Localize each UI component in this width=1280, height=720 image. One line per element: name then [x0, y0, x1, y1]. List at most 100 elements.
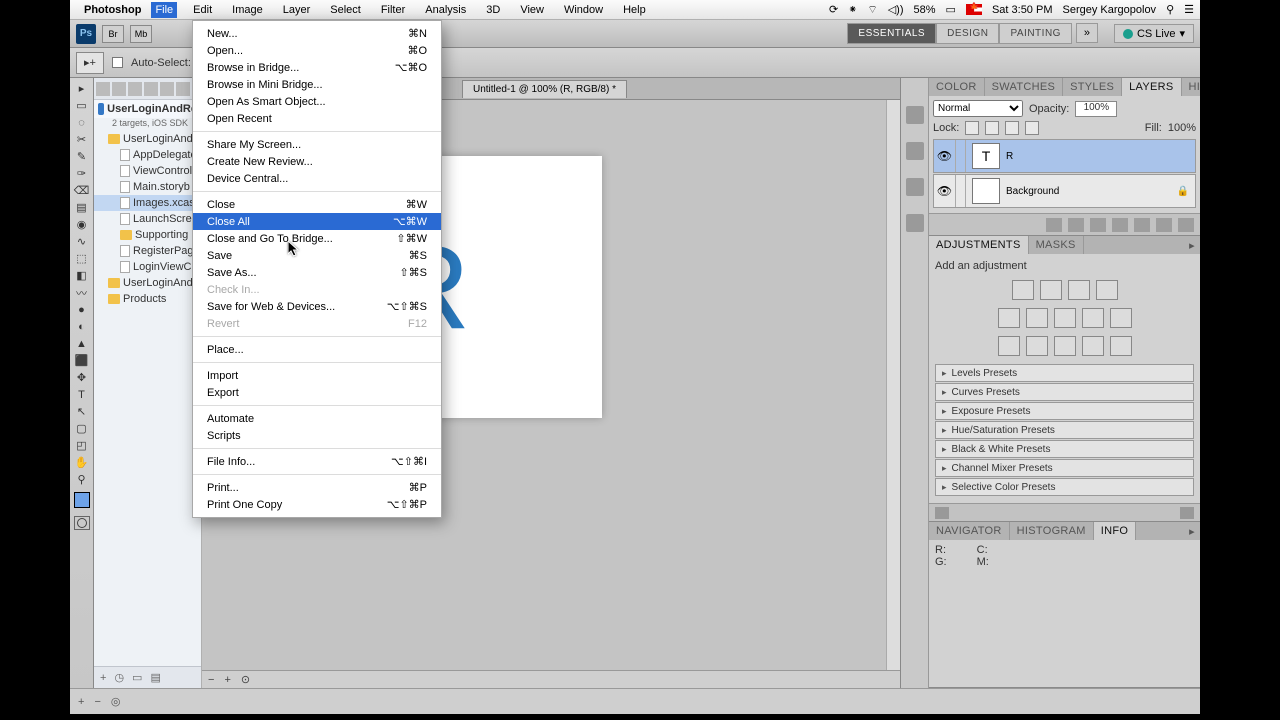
- tool-button[interactable]: T: [72, 386, 92, 403]
- nav-icon[interactable]: [128, 82, 142, 96]
- menu-item[interactable]: Close All⌥⌘W: [193, 213, 441, 230]
- sync-icon[interactable]: ⟳: [829, 3, 838, 16]
- tool-button[interactable]: ✂: [72, 131, 92, 148]
- fill-field[interactable]: 100%: [1168, 122, 1196, 134]
- lock-all-icon[interactable]: [1025, 121, 1039, 135]
- zoom-slider[interactable]: ⊙: [241, 673, 250, 686]
- tree-item[interactable]: Images.xcas: [94, 195, 201, 211]
- move-tool-icon[interactable]: ▸+: [76, 52, 104, 74]
- link-layers-icon[interactable]: [1046, 218, 1062, 232]
- adjustment-icon[interactable]: [1110, 336, 1132, 356]
- bluetooth-icon[interactable]: ⁕: [848, 3, 857, 16]
- menu-item[interactable]: Device Central...: [193, 170, 441, 187]
- panel-icon[interactable]: [906, 178, 924, 196]
- tree-item[interactable]: Products: [94, 291, 201, 307]
- panel-icon[interactable]: [906, 142, 924, 160]
- bridge-button[interactable]: Br: [102, 25, 124, 43]
- tool-button[interactable]: ◰: [72, 437, 92, 454]
- menu-layer[interactable]: Layer: [279, 2, 315, 18]
- tool-button[interactable]: ∿: [72, 233, 92, 250]
- tool-button[interactable]: ▭: [72, 97, 92, 114]
- panel-tab[interactable]: MASKS: [1029, 236, 1084, 254]
- nav-icon[interactable]: [160, 82, 174, 96]
- adjustment-icon[interactable]: [1040, 280, 1062, 300]
- tree-item[interactable]: RegisterPag: [94, 243, 201, 259]
- panel-tab[interactable]: COLOR: [929, 78, 985, 96]
- menu-window[interactable]: Window: [560, 2, 607, 18]
- battery-icon[interactable]: ▭: [946, 3, 956, 16]
- adjustment-icon[interactable]: [1082, 308, 1104, 328]
- menu-select[interactable]: Select: [326, 2, 365, 18]
- tool-button[interactable]: ◌: [72, 114, 92, 131]
- menu-item[interactable]: Create New Review...: [193, 153, 441, 170]
- auto-select-checkbox[interactable]: [112, 57, 123, 68]
- visibility-icon[interactable]: 👁: [934, 140, 956, 172]
- tree-item[interactable]: UserLoginAndF: [94, 131, 201, 147]
- menu-extras-icon[interactable]: ☰: [1184, 3, 1194, 16]
- workspace-design[interactable]: DESIGN: [936, 23, 999, 44]
- panel-icon[interactable]: [906, 106, 924, 124]
- nav-icon[interactable]: [144, 82, 158, 96]
- tool-button[interactable]: ⬚: [72, 250, 92, 267]
- menu-item[interactable]: New...⌘N: [193, 25, 441, 42]
- adjustment-icon[interactable]: [998, 336, 1020, 356]
- document-tab[interactable]: Untitled-1 @ 100% (R, RGB/8) *: [462, 80, 627, 98]
- menu-help[interactable]: Help: [619, 2, 650, 18]
- tool-button[interactable]: ●: [72, 301, 92, 318]
- tool-button[interactable]: ▸: [72, 80, 92, 97]
- wifi-icon[interactable]: ⌔: [867, 3, 877, 17]
- tool-button[interactable]: ✎: [72, 148, 92, 165]
- menu-item[interactable]: File Info...⌥⇧⌘I: [193, 453, 441, 470]
- menu-item[interactable]: Print...⌘P: [193, 479, 441, 496]
- menu-item[interactable]: Save As...⇧⌘S: [193, 264, 441, 281]
- filter-recent-icon[interactable]: ◷: [114, 671, 124, 684]
- nav-icon[interactable]: [176, 82, 190, 96]
- tool-button[interactable]: ✑: [72, 165, 92, 182]
- adjustment-icon[interactable]: [1068, 280, 1090, 300]
- panel-tab[interactable]: NAVIGATOR: [929, 522, 1010, 540]
- menu-item[interactable]: Close and Go To Bridge...⇧⌘W: [193, 230, 441, 247]
- tool-button[interactable]: ⚲: [72, 471, 92, 488]
- tree-item[interactable]: LoginViewCo: [94, 259, 201, 275]
- tree-item[interactable]: Main.storyb: [94, 179, 201, 195]
- zoom-out-button[interactable]: −: [208, 674, 214, 686]
- preset-item[interactable]: Channel Mixer Presets: [935, 459, 1194, 477]
- preset-item[interactable]: Selective Color Presets: [935, 478, 1194, 496]
- menu-item[interactable]: Browse in Mini Bridge...: [193, 76, 441, 93]
- panel-tab[interactable]: SWATCHES: [985, 78, 1064, 96]
- menu-item[interactable]: Open Recent: [193, 110, 441, 127]
- panel-tab[interactable]: ADJUSTMENTS: [929, 236, 1029, 254]
- layer-row[interactable]: 👁TR: [933, 139, 1196, 173]
- quick-mask-icon[interactable]: [74, 516, 90, 530]
- menu-item[interactable]: Export: [193, 384, 441, 401]
- panel-menu-icon[interactable]: ▸: [1184, 236, 1200, 254]
- spotlight-icon[interactable]: ⚲: [1166, 3, 1174, 16]
- menu-3d[interactable]: 3D: [482, 2, 504, 18]
- adjustment-icon[interactable]: [1082, 336, 1104, 356]
- visibility-icon[interactable]: 👁: [934, 175, 956, 207]
- tool-button[interactable]: ▲: [72, 335, 92, 352]
- menu-item[interactable]: Save⌘S: [193, 247, 441, 264]
- project-root[interactable]: UserLoginAndRe: [94, 100, 201, 118]
- tool-button[interactable]: 〰: [72, 284, 92, 301]
- workspace-more-button[interactable]: »: [1076, 23, 1098, 43]
- tree-item[interactable]: UserLoginAndF: [94, 275, 201, 291]
- menu-item[interactable]: Print One Copy⌥⇧⌘P: [193, 496, 441, 513]
- tool-button[interactable]: ▢: [72, 420, 92, 437]
- tool-button[interactable]: ✥: [72, 369, 92, 386]
- layer-row[interactable]: 👁Background🔒: [933, 174, 1196, 208]
- tree-item[interactable]: AppDelegate: [94, 147, 201, 163]
- menu-item[interactable]: Open...⌘O: [193, 42, 441, 59]
- preset-item[interactable]: Hue/Saturation Presets: [935, 421, 1194, 439]
- menu-item[interactable]: Place...: [193, 341, 441, 358]
- panel-tab[interactable]: STYLES: [1063, 78, 1122, 96]
- adjustment-icon[interactable]: [1026, 336, 1048, 356]
- lock-position-icon[interactable]: [1005, 121, 1019, 135]
- adjustment-icon[interactable]: [1054, 308, 1076, 328]
- tree-item[interactable]: LaunchScree: [94, 211, 201, 227]
- delete-layer-icon[interactable]: [1178, 218, 1194, 232]
- tool-button[interactable]: ◧: [72, 267, 92, 284]
- workspace-essentials[interactable]: ESSENTIALS: [847, 23, 936, 44]
- menu-edit[interactable]: Edit: [189, 2, 216, 18]
- opacity-field[interactable]: 100%: [1075, 101, 1117, 117]
